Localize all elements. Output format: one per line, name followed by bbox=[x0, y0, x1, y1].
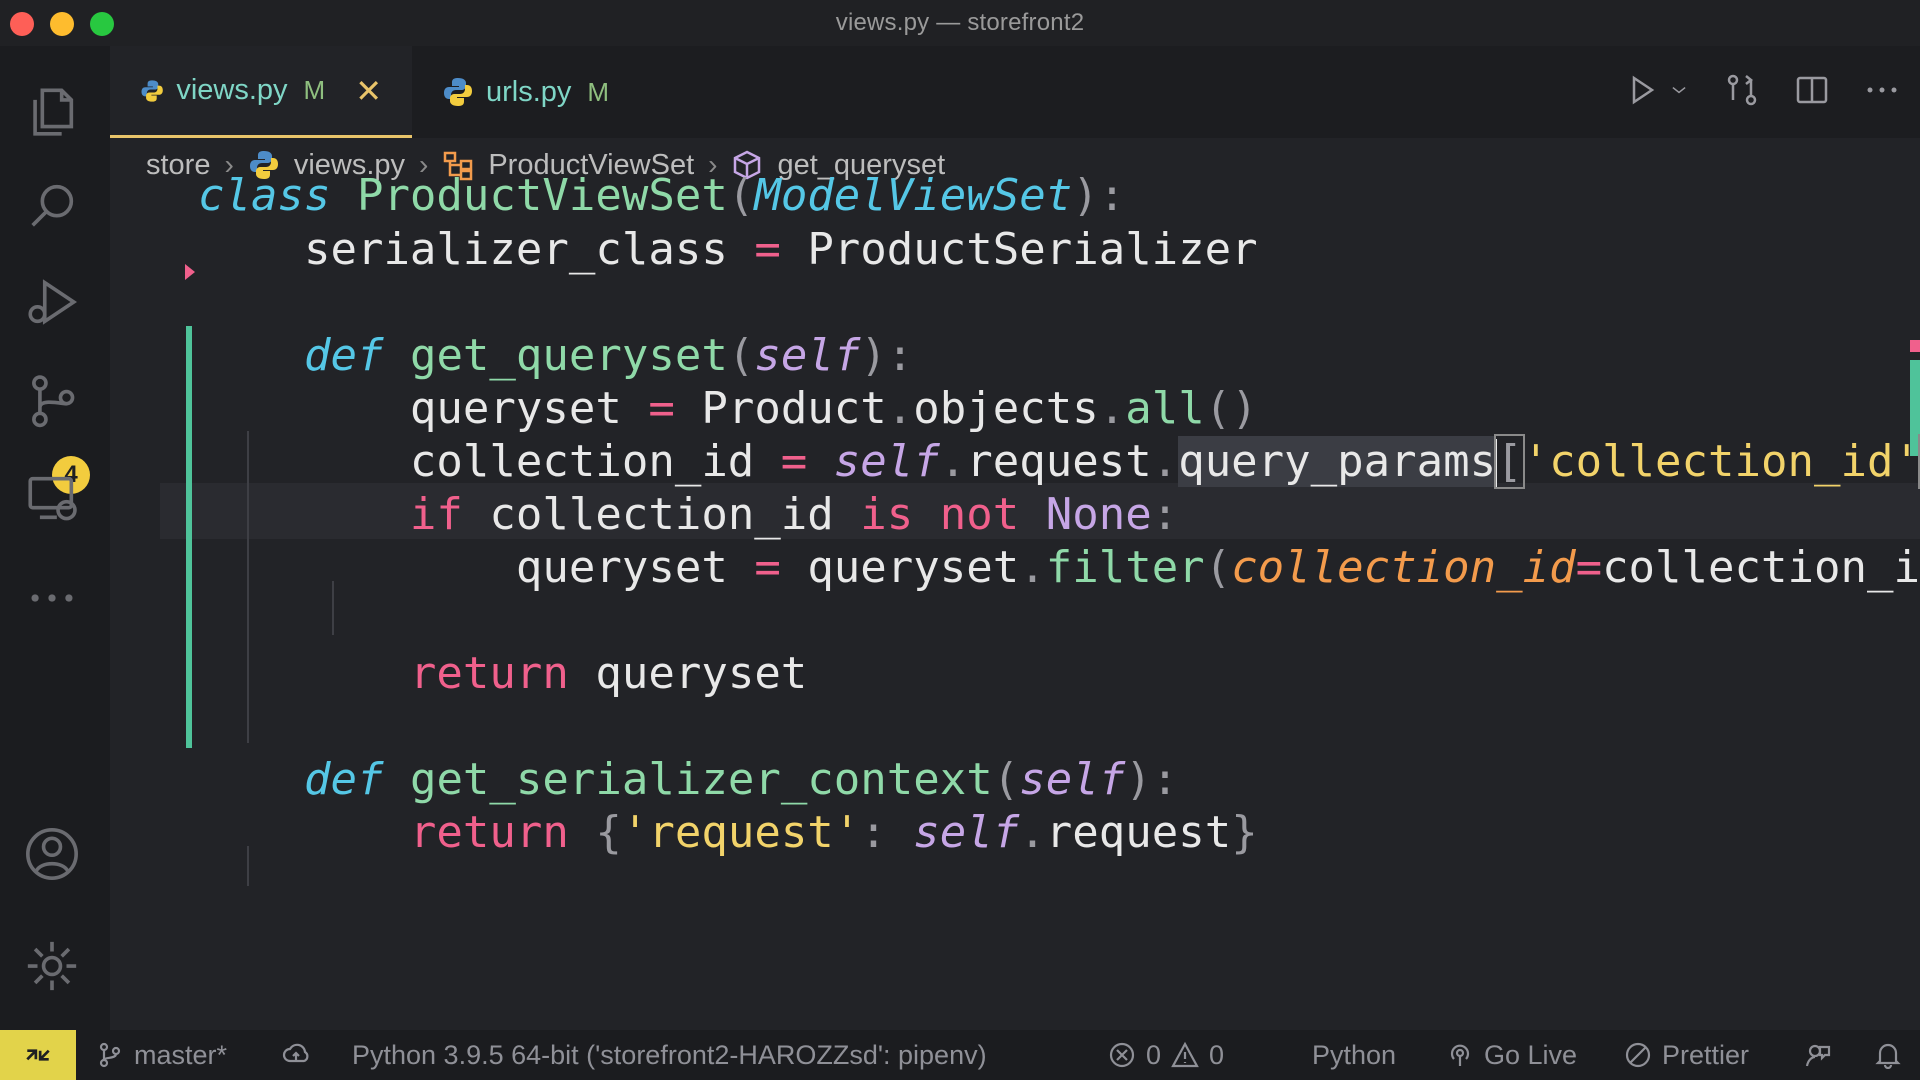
window-controls bbox=[10, 12, 114, 36]
open-changes-icon[interactable] bbox=[1724, 72, 1760, 108]
python-icon bbox=[444, 78, 472, 106]
more-actions-icon[interactable] bbox=[1864, 72, 1900, 108]
scroll-marker bbox=[1910, 340, 1920, 352]
tab-label: views.py bbox=[176, 74, 288, 106]
language-label: Python bbox=[1312, 1039, 1397, 1070]
cloud-sync-icon bbox=[282, 1043, 309, 1063]
prettier-disabled-icon bbox=[1625, 1042, 1651, 1068]
editor: views.py M ✕ urls.py M store › views.py … bbox=[110, 46, 1920, 1030]
remote-icon bbox=[26, 1049, 50, 1061]
source-control-icon[interactable] bbox=[20, 368, 84, 432]
interpreter-label: Python 3.9.5 64-bit ('storefront2-HAROZZ… bbox=[352, 1039, 987, 1070]
warning-count: 0 bbox=[1209, 1039, 1225, 1070]
tab-views-py[interactable]: views.py M ✕ bbox=[110, 46, 412, 138]
warning-icon bbox=[1171, 1041, 1199, 1068]
remote-explorer-icon[interactable] bbox=[20, 466, 84, 530]
prettier-label: Prettier bbox=[1662, 1039, 1750, 1070]
title-bar: views.py — storefront2 bbox=[0, 0, 1920, 46]
chevron-down-icon[interactable] bbox=[1668, 72, 1690, 108]
minimize-window-button[interactable] bbox=[50, 12, 74, 36]
git-added-indicator bbox=[186, 326, 192, 748]
status-bar: master* Python 3.9.5 64-bit ('storefront… bbox=[0, 1030, 1920, 1080]
close-window-button[interactable] bbox=[10, 12, 34, 36]
code-line: queryset = queryset.filter(collection_id… bbox=[515, 542, 1920, 593]
run-debug-icon[interactable] bbox=[20, 270, 84, 334]
account-icon[interactable] bbox=[20, 822, 84, 886]
settings-gear-icon[interactable] bbox=[20, 934, 84, 998]
branch-status[interactable]: master* bbox=[96, 1030, 227, 1080]
code-line: serializer_class = ProductSerializer bbox=[303, 224, 1258, 275]
go-live-label: Go Live bbox=[1484, 1039, 1578, 1070]
error-icon bbox=[1109, 1042, 1135, 1068]
sync-status[interactable] bbox=[282, 1030, 310, 1080]
git-branch-icon bbox=[99, 1042, 121, 1068]
explorer-icon[interactable] bbox=[20, 80, 84, 144]
language-mode[interactable]: Python bbox=[1312, 1030, 1396, 1080]
more-icon[interactable] bbox=[20, 566, 84, 630]
notifications-button[interactable] bbox=[1874, 1030, 1902, 1080]
editor-actions bbox=[1624, 72, 1900, 108]
tab-label: urls.py bbox=[486, 75, 572, 108]
bell-icon bbox=[1875, 1043, 1901, 1069]
search-icon[interactable] bbox=[20, 174, 84, 238]
error-count: 0 bbox=[1146, 1039, 1162, 1070]
feedback-icon bbox=[1805, 1044, 1831, 1067]
window-title: views.py — storefront2 bbox=[835, 9, 1085, 36]
activity-bar: 4 bbox=[0, 46, 110, 1030]
remote-indicator[interactable] bbox=[0, 1030, 76, 1080]
python-icon bbox=[141, 79, 163, 102]
go-live-button[interactable]: Go Live bbox=[1446, 1030, 1577, 1080]
feedback-button[interactable] bbox=[1804, 1030, 1832, 1080]
tab-urls-py[interactable]: urls.py M bbox=[412, 46, 639, 138]
modified-indicator: M bbox=[587, 76, 610, 107]
branch-label: master* bbox=[134, 1039, 228, 1070]
run-file-icon[interactable] bbox=[1624, 72, 1660, 108]
tab-bar: views.py M ✕ urls.py M bbox=[110, 46, 1920, 138]
broadcast-icon bbox=[1450, 1044, 1470, 1066]
code-line: return queryset bbox=[409, 648, 808, 699]
code-editor[interactable]: class ProductViewSet(ModelViewSet): seri… bbox=[110, 170, 1920, 1030]
problems-status[interactable]: 0 0 bbox=[1108, 1030, 1224, 1080]
split-editor-icon[interactable] bbox=[1794, 72, 1830, 108]
modified-indicator: M bbox=[303, 75, 326, 105]
prettier-status[interactable]: Prettier bbox=[1624, 1030, 1749, 1080]
code-line: return {'request': self.request} bbox=[409, 807, 1258, 858]
maximize-window-button[interactable] bbox=[90, 12, 114, 36]
close-tab-icon[interactable]: ✕ bbox=[355, 72, 382, 110]
python-interpreter[interactable]: Python 3.9.5 64-bit ('storefront2-HAROZZ… bbox=[352, 1030, 987, 1080]
folded-marker bbox=[185, 264, 195, 280]
